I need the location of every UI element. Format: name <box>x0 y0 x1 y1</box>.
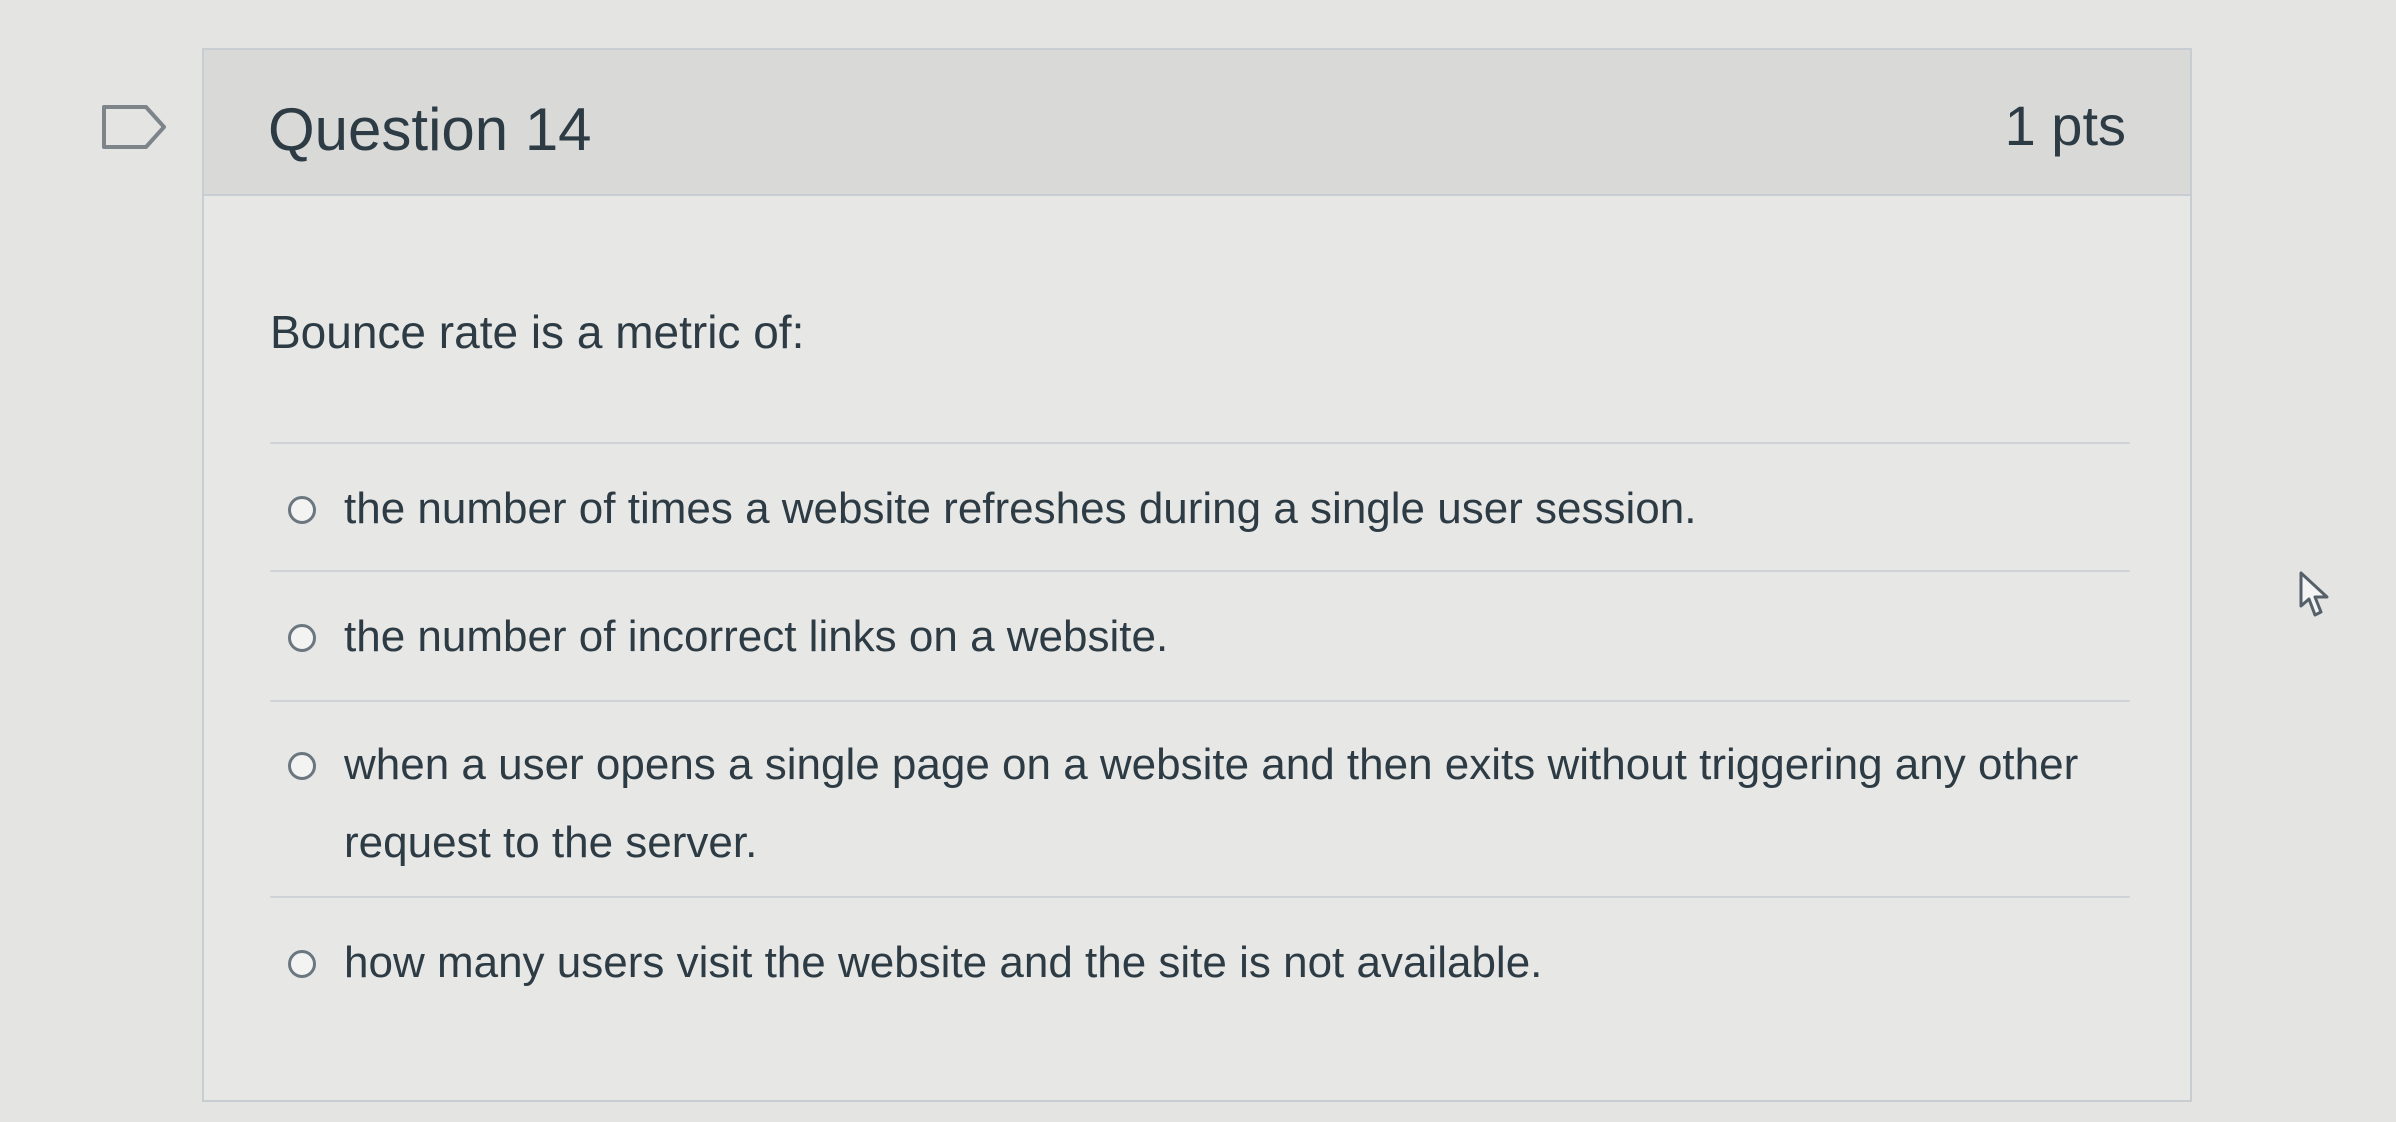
answer-option-4[interactable]: how many users visit the website and the… <box>270 896 2130 1036</box>
answer-list: the number of times a website refreshes … <box>270 442 2130 1036</box>
answer-option-1[interactable]: the number of times a website refreshes … <box>270 442 2130 570</box>
question-header: Question 14 1 pts <box>204 50 2190 196</box>
question-text: Bounce rate is a metric of: <box>270 306 805 358</box>
question-title: Question 14 <box>268 96 592 163</box>
question-points: 1 pts <box>2004 94 2126 157</box>
flag-question-icon[interactable] <box>100 103 168 151</box>
answer-label-4[interactable]: how many users visit the website and the… <box>344 924 1542 1002</box>
radio-unselected-icon[interactable] <box>288 752 316 780</box>
mouse-pointer-icon <box>2299 571 2329 617</box>
radio-unselected-icon[interactable] <box>288 624 316 652</box>
answer-label-2[interactable]: the number of incorrect links on a websi… <box>344 598 1168 676</box>
radio-unselected-icon[interactable] <box>288 496 316 524</box>
question-card: Question 14 1 pts Bounce rate is a metri… <box>202 48 2192 1102</box>
answer-option-3[interactable]: when a user opens a single page on a web… <box>270 700 2130 896</box>
answer-label-3[interactable]: when a user opens a single page on a web… <box>344 726 2104 882</box>
radio-unselected-icon[interactable] <box>288 950 316 978</box>
answer-option-2[interactable]: the number of incorrect links on a websi… <box>270 570 2130 700</box>
answer-label-1[interactable]: the number of times a website refreshes … <box>344 470 1696 548</box>
